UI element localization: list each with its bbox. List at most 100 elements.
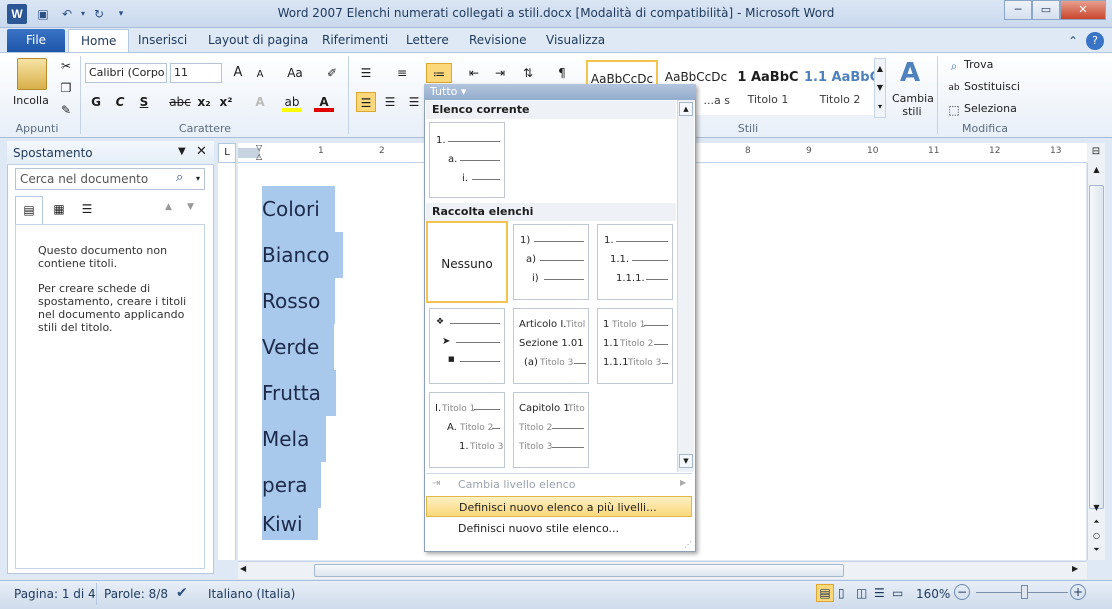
- proofing-icon[interactable]: ✔: [176, 585, 188, 601]
- tile-decimal[interactable]: 1. 1.1. 1.1.1.: [597, 224, 673, 300]
- underline-button[interactable]: S: [134, 92, 154, 112]
- styles-scroll[interactable]: ▲ ▼ ▾: [874, 58, 886, 118]
- strikethrough-button[interactable]: abc: [168, 92, 192, 112]
- vertical-ruler[interactable]: [218, 163, 236, 560]
- maximize-button[interactable]: ▭: [1032, 0, 1060, 20]
- bullets-icon[interactable]: ☰: [356, 63, 376, 83]
- tile-numbered-paren[interactable]: 1) a) i): [513, 224, 589, 300]
- font-name-combo[interactable]: Calibri (Corpo: [85, 63, 167, 83]
- nav-close-icon[interactable]: ✕: [196, 144, 207, 159]
- copy-icon[interactable]: ❐: [56, 78, 76, 98]
- view-ruler-icon[interactable]: ⊟: [1087, 143, 1105, 163]
- full-screen-icon[interactable]: ▯: [838, 586, 845, 600]
- doc-line-colori[interactable]: Colori: [262, 186, 335, 232]
- scroll-right-icon[interactable]: ▶: [1072, 564, 1078, 573]
- nav-tab-pages-icon[interactable]: ▦: [45, 196, 73, 224]
- nav-next-icon[interactable]: ▼: [187, 202, 194, 212]
- minimize-button[interactable]: ─: [1004, 0, 1032, 20]
- font-size-combo[interactable]: 11: [170, 63, 222, 83]
- dropdown-scroll-up-icon[interactable]: ▲: [679, 102, 693, 116]
- horizontal-scroll-thumb[interactable]: [314, 564, 844, 577]
- tab-file[interactable]: File: [7, 29, 65, 52]
- change-styles-button[interactable]: Cambia stili: [892, 92, 934, 118]
- zoom-out-icon[interactable]: −: [954, 584, 970, 600]
- align-left-icon[interactable]: ☰: [356, 92, 376, 112]
- italic-button[interactable]: C: [110, 92, 130, 112]
- find-button[interactable]: Trova: [964, 58, 993, 71]
- select-icon[interactable]: ⬚: [944, 100, 964, 120]
- vertical-scroll-thumb[interactable]: [1089, 185, 1104, 509]
- find-icon[interactable]: ⌕: [944, 56, 964, 76]
- replace-icon[interactable]: ab: [944, 78, 964, 98]
- decrease-indent-icon[interactable]: ⇤: [464, 63, 484, 83]
- doc-line-verde[interactable]: Verde: [262, 324, 334, 370]
- dropdown-scrollbar[interactable]: ▲ ▼: [677, 100, 694, 472]
- doc-line-kiwi[interactable]: Kiwi: [262, 508, 318, 540]
- tile-roman[interactable]: I. Titolo 1 A. Titolo 2 1. Titolo 3: [429, 392, 505, 468]
- zoom-level[interactable]: 160%: [916, 587, 950, 601]
- menu-define-new-multilevel[interactable]: Definisci nuovo elenco a più livelli...: [426, 496, 692, 517]
- doc-line-rosso[interactable]: Rosso: [262, 278, 335, 324]
- hanging-indent-icon[interactable]: △: [256, 152, 266, 162]
- paste-icon[interactable]: [17, 58, 47, 90]
- doc-line-mela[interactable]: Mela: [262, 416, 326, 462]
- align-right-icon[interactable]: ☰: [404, 92, 424, 112]
- resize-grip-icon[interactable]: ⋰: [684, 540, 692, 549]
- browse-object-icon[interactable]: ○: [1089, 531, 1104, 540]
- doc-line-pera[interactable]: pera: [262, 462, 321, 508]
- prev-page-icon[interactable]: ⏶: [1089, 517, 1104, 527]
- format-painter-icon[interactable]: ✎: [56, 100, 76, 120]
- highlight-icon[interactable]: ab: [282, 92, 302, 112]
- change-case-button[interactable]: Aa: [282, 63, 308, 83]
- first-line-indent-icon[interactable]: ▽: [256, 144, 266, 152]
- select-button[interactable]: Seleziona: [964, 102, 1017, 115]
- tile-bullets[interactable]: ❖ ➤ ■: [429, 308, 505, 384]
- draft-icon[interactable]: ▭: [892, 586, 903, 600]
- nav-tab-results-icon[interactable]: ☰: [73, 196, 101, 224]
- menu-define-new-list-style[interactable]: Definisci nuovo stile elenco...: [426, 518, 692, 539]
- menu-change-list-level[interactable]: Cambia livello elenco: [426, 474, 692, 495]
- text-effects-icon[interactable]: A: [250, 92, 270, 112]
- change-styles-icon[interactable]: A: [896, 58, 924, 88]
- increase-indent-icon[interactable]: ⇥: [490, 63, 510, 83]
- font-color-icon[interactable]: A: [314, 92, 334, 112]
- clear-format-icon[interactable]: ✐: [322, 63, 342, 83]
- tab-visualizza[interactable]: Visualizza: [546, 32, 605, 52]
- tile-articolo[interactable]: Articolo I. Titol Sezione 1.01 (a) Titolo …: [513, 308, 589, 384]
- nav-options-icon[interactable]: ▼: [178, 146, 186, 157]
- outline-icon[interactable]: ☰: [874, 586, 885, 600]
- minimize-ribbon-icon[interactable]: ⌃: [1064, 32, 1082, 50]
- doc-line-frutta[interactable]: Frutta: [262, 370, 336, 416]
- help-icon[interactable]: ?: [1086, 32, 1104, 50]
- doc-line-bianco[interactable]: Bianco: [262, 232, 343, 278]
- tile-titolo-numbered[interactable]: 1 Titolo 1 1.1 Titolo 2 1.1.1 Titolo 3: [597, 308, 673, 384]
- scroll-left-icon[interactable]: ◀: [240, 564, 246, 573]
- tile-capitolo[interactable]: Capitolo 1 Tito Titolo 2 Titolo 3: [513, 392, 589, 468]
- horizontal-scrollbar[interactable]: ◀ ▶: [238, 561, 1087, 579]
- multilevel-list-icon[interactable]: ≔: [426, 63, 452, 83]
- tab-riferimenti[interactable]: Riferimenti: [322, 32, 388, 52]
- zoom-thumb[interactable]: [1021, 585, 1028, 599]
- tab-revisione[interactable]: Revisione: [469, 32, 527, 52]
- replace-button[interactable]: Sostituisci: [964, 80, 1020, 93]
- tab-lettere[interactable]: Lettere: [406, 32, 449, 52]
- tab-inserisci[interactable]: Inserisci: [138, 32, 187, 52]
- vertical-scrollbar[interactable]: ▲ ▼ ⏶ ○ ⏷: [1087, 163, 1105, 560]
- subscript-button[interactable]: x₂: [194, 92, 214, 112]
- paste-button[interactable]: Incolla: [13, 94, 49, 107]
- scroll-up-icon[interactable]: ▲: [1089, 165, 1104, 174]
- align-center-icon[interactable]: ☰: [380, 92, 400, 112]
- tab-selector-icon[interactable]: L: [218, 143, 236, 163]
- document-body[interactable]: Colori Bianco Rosso Verde Frutta Mela pe…: [262, 186, 343, 540]
- web-layout-icon[interactable]: ◫: [856, 586, 867, 600]
- tile-current-list[interactable]: 1. a. i.: [429, 122, 505, 198]
- word-count[interactable]: Parole: 8/8: [104, 587, 168, 601]
- page-count[interactable]: Pagina: 1 di 4: [14, 587, 96, 601]
- nav-prev-icon[interactable]: ▲: [165, 202, 172, 212]
- style-titolo2[interactable]: 1.1 AaBbC Titolo 2: [804, 60, 876, 115]
- tile-none[interactable]: Nessuno: [426, 221, 508, 303]
- style-titolo1[interactable]: 1 AaBbC Titolo 1: [732, 60, 804, 115]
- show-marks-icon[interactable]: ¶: [552, 63, 572, 83]
- scroll-down-icon[interactable]: ▼: [1089, 503, 1104, 512]
- print-layout-icon[interactable]: ▤: [816, 584, 834, 602]
